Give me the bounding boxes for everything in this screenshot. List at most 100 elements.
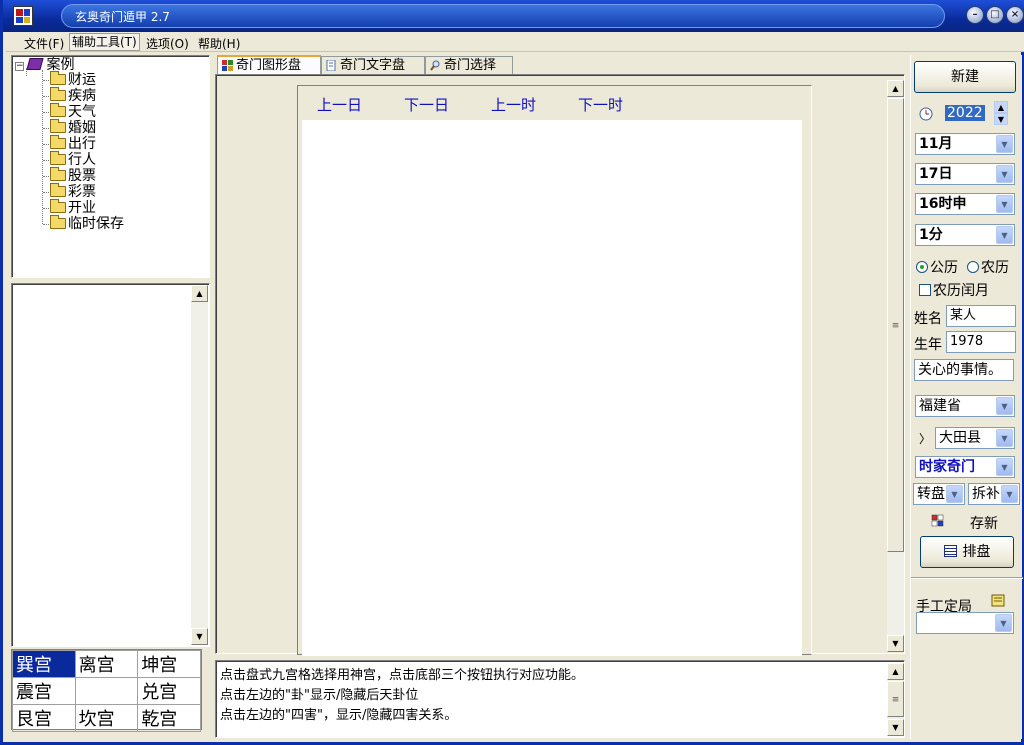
prev-day-button[interactable]: 上一日 [317,94,362,115]
chevron-down-icon[interactable]: ▼ [996,429,1013,447]
chevron-down-icon[interactable]: ▼ [996,226,1013,244]
palace-kun[interactable]: 坤宫 [137,650,201,678]
minimize-button[interactable]: – [966,6,984,24]
palace-xun[interactable]: 巽宫 [12,650,76,678]
tree-item[interactable]: 婚姻 [50,119,96,136]
collapse-icon[interactable]: − [15,62,24,71]
title-bar[interactable]: 玄奥奇门遁甲 2.7 – □ × [3,0,1024,32]
chevron-down-icon[interactable]: ▼ [996,397,1013,415]
minute-value: 1分 [919,227,943,243]
tree-item[interactable]: 临时保存 [50,215,124,232]
tree-item[interactable]: 疾病 [50,87,96,104]
tree-item[interactable]: 开业 [50,199,96,216]
month-select[interactable]: 11月 ▼ [915,133,1015,155]
tree-item[interactable]: 彩票 [50,183,96,200]
palace-gen[interactable]: 艮宫 [12,704,76,732]
county-select[interactable]: 大田县 ▼ [935,427,1015,449]
tab-selection[interactable]: 奇门选择 [425,56,513,75]
notes-panel[interactable]: ▲ ▼ [11,283,210,647]
scroll-down-button[interactable]: ▼ [887,635,904,652]
prev-hour-button[interactable]: 上一时 [491,94,536,115]
minute-select[interactable]: 1分 ▼ [915,224,1015,246]
solar-radio[interactable]: 公历 [916,257,958,277]
notepad-icon[interactable] [991,594,1005,607]
info-scrollbar[interactable]: ▲ ≡ ▼ [887,663,904,736]
leap-month-checkbox[interactable]: 农历闰月 [919,280,989,300]
palace-center[interactable] [74,677,139,705]
checkbox-icon[interactable] [919,284,931,296]
method-select[interactable]: 时家奇门 ▼ [915,456,1015,478]
menu-tools[interactable]: 辅助工具(T) [69,33,140,51]
chevron-down-icon[interactable]: ▼ [995,614,1012,632]
arrange-chart-button[interactable]: 排盘 [920,536,1014,568]
tree-root[interactable]: − 案例 [15,57,74,73]
radio-on-icon[interactable] [916,261,928,273]
manual-layout-select[interactable]: ▼ [916,612,1014,634]
tree-item[interactable]: 股票 [50,167,96,184]
tree-item[interactable]: 出行 [50,135,96,152]
scroll-up-button[interactable]: ▲ [191,285,208,302]
chevron-down-icon[interactable]: ▼ [996,135,1013,153]
chart-board[interactable] [302,120,802,656]
palace-kan[interactable]: 坎宫 [74,704,139,732]
chevron-down-icon[interactable]: ▼ [996,458,1013,476]
palace-qian[interactable]: 乾宫 [137,704,201,732]
tree-item-label: 临时保存 [68,216,124,232]
close-button[interactable]: × [1006,6,1024,24]
year-stepper[interactable]: ▲ ▼ [994,101,1008,125]
birth-year-field[interactable]: 1978 [946,331,1016,353]
scroll-thumb[interactable]: ≡ [887,681,904,717]
lunar-radio[interactable]: 农历 [967,257,1009,277]
scroll-down-button[interactable]: ▼ [191,628,208,645]
scroll-up-button[interactable]: ▲ [887,663,904,680]
palace-dui[interactable]: 兑宫 [137,677,201,705]
scroll-up-button[interactable]: ▲ [887,80,904,97]
tree-item[interactable]: 天气 [50,103,96,120]
day-select[interactable]: 17日 ▼ [915,163,1015,185]
palace-zhen[interactable]: 震宫 [12,677,76,705]
chart-panel: 上一日 下一日 上一时 下一时 ▲ ≡ ▼ [215,74,905,656]
chart-scrollbar[interactable]: ▲ ≡ ▼ [887,80,904,652]
chevron-down-icon[interactable]: ▼ [996,195,1013,213]
folder-icon [50,119,66,133]
chevron-down-icon[interactable]: ▼ [946,485,963,503]
notes-scrollbar[interactable]: ▲ ▼ [191,285,208,645]
tab-text-chart[interactable]: 奇门文字盘 [321,56,425,75]
spin-up-icon[interactable]: ▲ [994,101,1008,113]
tree-item[interactable]: 行人 [50,151,96,168]
palace-li[interactable]: 离宫 [74,650,139,678]
next-day-button[interactable]: 下一日 [404,94,449,115]
clock-icon[interactable] [918,105,934,121]
menu-file[interactable]: 文件(F) [24,35,64,52]
rotation-select[interactable]: 转盘 ▼ [913,483,965,505]
arrange-chart-label: 排盘 [962,544,991,560]
chevron-down-icon[interactable]: ▼ [1001,485,1018,503]
tree-item-label: 财运 [68,72,96,88]
scroll-thumb[interactable]: ≡ [887,98,904,552]
hour-select[interactable]: 16时申 ▼ [915,193,1015,215]
spin-down-icon[interactable]: ▼ [994,113,1008,125]
case-tree[interactable]: − 案例 财运 疾病 天气 婚姻 出行 行人 股票 彩票 开业 临时保存 [11,55,210,278]
province-select[interactable]: 福建省 ▼ [915,395,1015,417]
menu-options[interactable]: 选项(O) [146,35,189,52]
app-icon[interactable] [13,6,33,26]
next-hour-button[interactable]: 下一时 [578,94,623,115]
tree-item[interactable]: 财运 [50,71,96,88]
fill-method-select[interactable]: 拆补 ▼ [968,483,1020,505]
chevron-down-icon[interactable]: ▼ [996,165,1013,183]
year-value[interactable]: 2022 [945,105,985,121]
menu-help[interactable]: 帮助(H) [198,35,240,52]
folder-icon [50,215,66,229]
concern-field[interactable]: 关心的事情。 [914,359,1014,381]
save-new-button[interactable]: 存新 [970,513,998,533]
year-spinner[interactable]: 2022 [942,103,999,125]
tab-graphic-chart[interactable]: 奇门图形盘 [217,55,321,75]
name-field[interactable]: 某人 [946,305,1016,327]
new-button[interactable]: 新建 [914,61,1016,93]
folder-icon [50,135,66,149]
day-value: 17日 [919,166,953,182]
maximize-button[interactable]: □ [986,6,1004,24]
scroll-down-button[interactable]: ▼ [887,719,904,736]
radio-off-icon[interactable] [967,261,979,273]
layout-icon[interactable] [931,514,945,528]
